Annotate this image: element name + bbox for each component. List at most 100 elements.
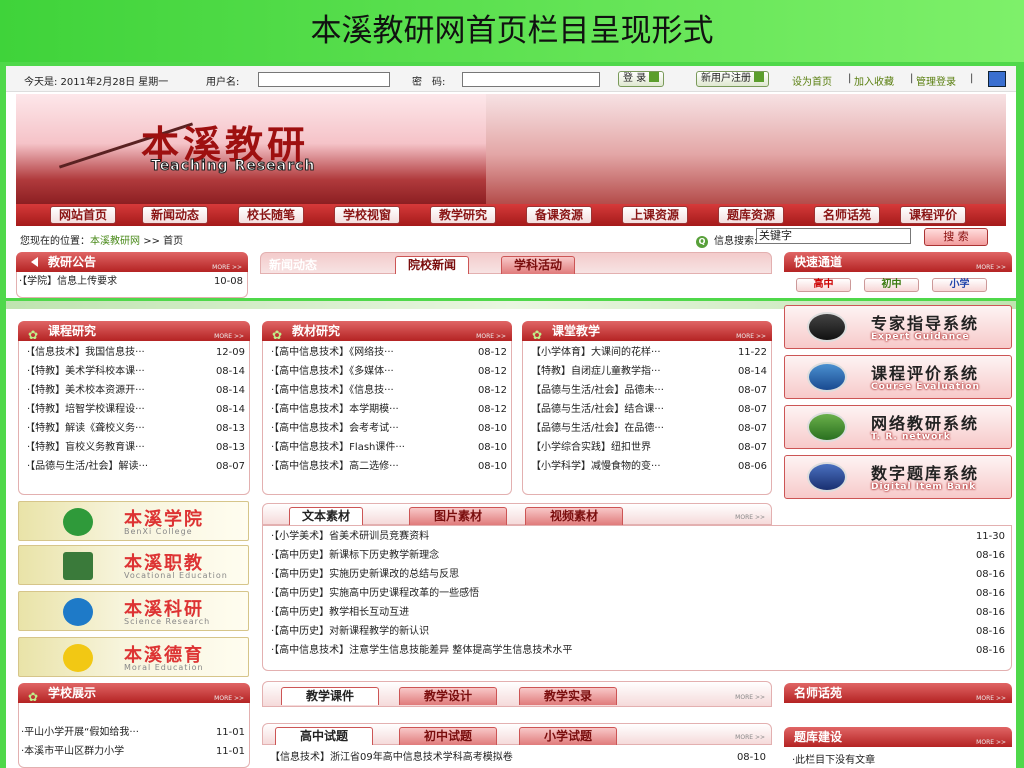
quick-primary[interactable]: 小学 [932,278,987,292]
login-button[interactable]: 登 录 [618,71,665,87]
more-link[interactable]: MORE >> [735,514,765,521]
nav-teachers[interactable]: 名师话苑 [814,206,881,224]
list-item[interactable]: ·【小学美术】省美术研训员竞赛资料 11-30 [263,529,1011,545]
tab-image-material[interactable]: 图片素材 [409,507,508,525]
nav-eval[interactable]: 课程评价 [900,206,967,224]
add-favorite-link[interactable]: 加入收藏 [854,73,894,88]
list-item[interactable]: 【小学体育】大课间的花样··· 11-22 [523,345,773,361]
benxi-college-button[interactable]: 本溪学院 BenXi College [18,501,249,541]
list-item[interactable]: ·【特教】培智学校课程设··· 08-14 [19,402,251,418]
list-item[interactable]: ·【高中信息技术】会考考试··· 08-10 [263,421,513,437]
search-button[interactable]: 搜 索 [924,228,988,246]
list-item[interactable]: ·【高中历史】教学相长互动互进 08-16 [263,605,1011,621]
news-title: 新闻动态 [269,258,318,272]
list-item[interactable]: ·【特教】美术学科校本课··· 08-14 [19,364,251,380]
list-item[interactable]: ·【高中信息技术】《信息技··· 08-12 [263,383,513,399]
search-input[interactable]: 关键字 [756,228,911,244]
list-item[interactable]: ·【高中历史】对新课程教学的新认识 08-16 [263,624,1011,640]
list-item[interactable]: ·【高中历史】实施历史新课改的总结与反思 08-16 [263,567,1011,583]
network-research-button[interactable]: 网络教研系统 T. R. network [784,405,1012,449]
list-item[interactable]: 【品德与生活/社会】品德未··· 08-07 [523,383,773,399]
item-bank-button[interactable]: 数字题库系统 Digital Item Bank [784,455,1012,499]
main-nav: 网站首页 新闻动态 校长随笔 学校视窗 教学研究 备课资源 上课资源 题库资源 … [16,204,1006,226]
quick-more-link[interactable]: MORE >> [976,258,1006,278]
admin-login-link[interactable]: 管理登录 [916,73,956,88]
list-item[interactable]: ·【高中信息技术】Flash课件··· 08-10 [263,440,513,456]
quick-header: 快速通道 MORE >> [784,252,1012,272]
course-research-header: ✿ 课程研究 MORE >> [18,321,250,342]
tab-courseware[interactable]: 教学课件 [281,687,380,705]
nav-class[interactable]: 上课资源 [622,206,689,224]
app-icon[interactable] [988,71,1006,87]
textbook-research-header: ✿ 教材研究 MORE >> [262,321,512,342]
arrow-icon [649,72,660,82]
course-evaluation-button[interactable]: 课程评价系统 Course Evaluation [784,355,1012,399]
tab-text-material[interactable]: 文本素材 [289,507,364,525]
quick-middle[interactable]: 初中 [864,278,919,292]
list-item[interactable]: 【信息技术】浙江省09年高中信息技术学科高考模拟卷 08-10 [262,750,772,766]
list-item[interactable]: ·【信息技术】我国信息技··· 12-09 [19,345,251,361]
quick-high[interactable]: 高中 [796,278,851,292]
more-link[interactable]: MORE >> [735,734,765,741]
arrow-icon [754,72,764,82]
username-input[interactable] [258,72,390,87]
breadcrumb-site[interactable]: 本溪教研网 [90,236,140,247]
set-homepage-link[interactable]: 设为首页 [792,73,832,88]
list-item[interactable]: ·【高中历史】新课标下历史教学新理念 08-16 [263,548,1011,564]
list-item[interactable]: ·本溪市平山区群力小学 11-01 [19,744,251,760]
book-icon [807,362,847,392]
exam-header: 高中试题 初中试题 小学试题 MORE >> [262,723,772,745]
blackboard-icon [63,552,93,580]
course-research-panel: ·【信息技术】我国信息技··· 12-09 ·【特教】美术学科校本课··· 08-1… [18,341,250,495]
more-link[interactable]: MORE >> [976,733,1006,753]
expert-guidance-button[interactable]: 专家指导系统 Expert Guidance [784,305,1012,349]
tab-design[interactable]: 教学设计 [399,687,498,705]
list-item[interactable]: ·【特教】美术校本资源开··· 08-14 [19,383,251,399]
tab-school-news[interactable]: 院校新闻 [395,256,470,274]
list-item[interactable]: 【特教】自闭症儿童教学指··· 08-14 [523,364,773,380]
list-item[interactable]: ·【品德与生活/社会】解读··· 08-07 [19,459,251,475]
notice-panel: ·【学院】信息上传要求 10-08 [16,272,248,298]
materials-header: 文本素材 图片素材 视频素材 MORE >> [262,503,772,525]
nav-home[interactable]: 网站首页 [50,206,117,224]
tab-video-material[interactable]: 视频素材 [525,507,624,525]
nav-bank[interactable]: 题库资源 [718,206,785,224]
more-link[interactable]: MORE >> [976,689,1006,709]
nav-schools[interactable]: 学校视窗 [334,206,401,224]
list-item[interactable]: ·【高中信息技术】《网络技··· 08-12 [263,345,513,361]
password-input[interactable] [462,72,600,87]
list-item[interactable]: ·【高中信息技术】注意学生信息技能差异 整体提高学生信息技术水平 08-16 [263,643,1011,659]
list-item[interactable]: ·【特教】解读《聋校义务··· 08-13 [19,421,251,437]
list-item[interactable]: ·【学院】信息上传要求 10-08 [17,274,249,290]
moral-education-button[interactable]: 本溪德育 Moral Education [18,637,249,677]
tab-recording[interactable]: 教学实录 [519,687,618,705]
register-button[interactable]: 新用户注册 [696,71,769,87]
tab-primary-exam[interactable]: 小学试题 [519,727,618,745]
list-item[interactable]: 【小学科学】减慢食物的变··· 08-06 [523,459,773,475]
nav-principal[interactable]: 校长随笔 [238,206,305,224]
tab-middle-exam[interactable]: 初中试题 [399,727,498,745]
science-research-button[interactable]: 本溪科研 Science Research [18,591,249,631]
network-icon [807,412,847,442]
more-link[interactable]: MORE >> [735,694,765,701]
smiley-icon [63,644,93,672]
tab-subject-activity[interactable]: 学科活动 [501,256,576,274]
list-item[interactable]: ·【高中历史】实施高中历史课程改革的一些感悟 08-16 [263,586,1011,602]
nav-news[interactable]: 新闻动态 [142,206,209,224]
list-item[interactable]: 【小学综合实践】纽扣世界 08-07 [523,440,773,456]
slide-title: 本溪教研网首页栏目呈现形式 [0,0,1024,62]
famous-header: 名师话苑 MORE >> [784,683,1012,703]
list-item[interactable]: ·【高中信息技术】高二选修··· 08-10 [263,459,513,475]
list-item[interactable]: ·【特教】盲校义务教育课··· 08-13 [19,440,251,456]
list-item[interactable]: 【品德与生活/社会】结合课··· 08-07 [523,402,773,418]
list-item[interactable]: 【品德与生活/社会】在品德··· 08-07 [523,421,773,437]
nav-prep[interactable]: 备课资源 [526,206,593,224]
nav-research[interactable]: 教学研究 [430,206,497,224]
building-icon [63,508,93,536]
list-item[interactable]: ·【高中信息技术】《多媒体··· 08-12 [263,364,513,380]
vocational-button[interactable]: 本溪职教 Vocational Education [18,545,249,585]
tab-high-exam[interactable]: 高中试题 [275,727,374,745]
list-item[interactable]: ·【高中信息技术】本学期模··· 08-12 [263,402,513,418]
list-item[interactable]: ·平山小学开展“假如给我··· 11-01 [19,725,251,741]
password-label: 密 码: [412,77,446,88]
